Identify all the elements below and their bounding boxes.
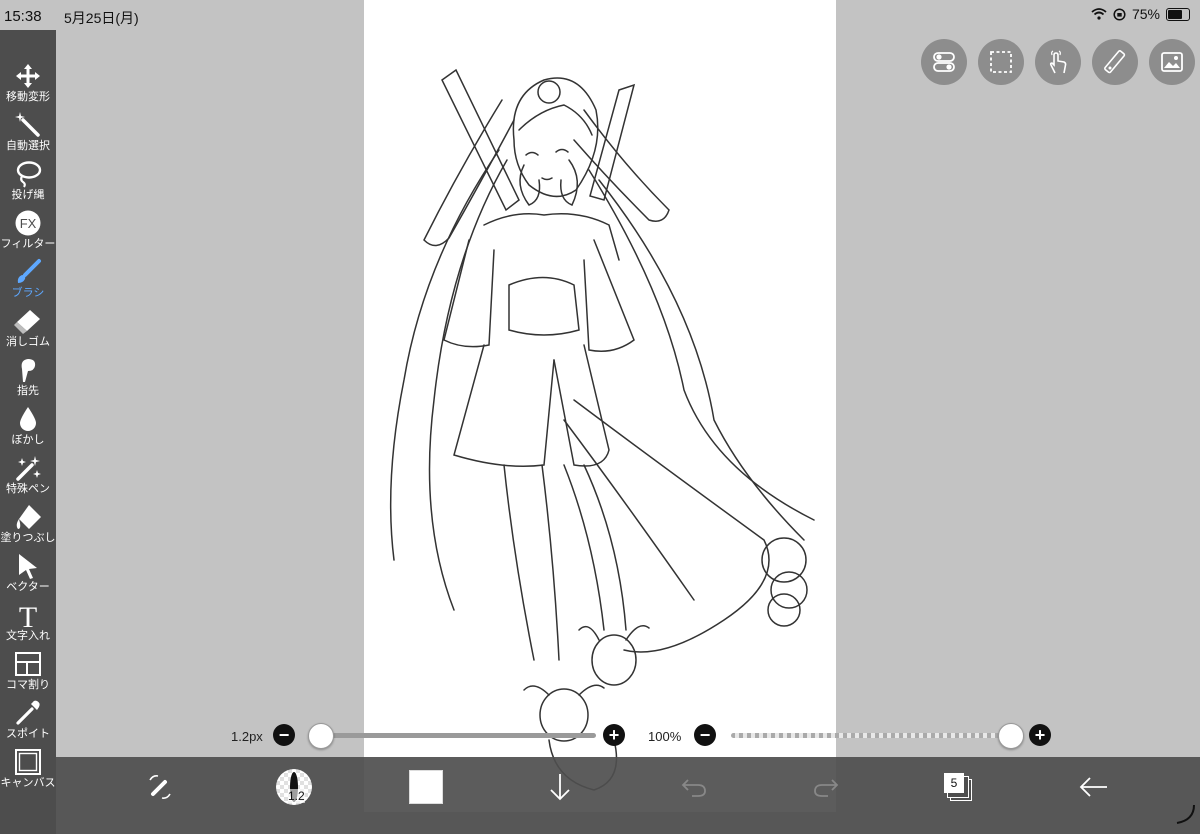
battery-icon [1166, 7, 1190, 21]
undo-button[interactable] [676, 757, 712, 817]
ruler-icon [1104, 50, 1126, 74]
brush-preview: 1.2 [276, 769, 312, 805]
status-date: 5月25日(月) [64, 10, 139, 26]
brush-size-preview-button[interactable]: 1.2 [272, 757, 316, 817]
tool-sidebar: 移動変形 自動選択 投げ縄 FX フィルター ブラシ 消しゴム 指先 ぼかし 特… [0, 30, 56, 834]
layers-icon: 5 [944, 773, 972, 801]
vector-arrow-icon [19, 554, 37, 579]
color-picker-button[interactable] [406, 757, 446, 817]
special-pen-icon [16, 456, 41, 481]
tool-special-pen[interactable]: 特殊ペン [0, 452, 56, 501]
text-icon: T [19, 601, 37, 629]
opacity-track[interactable] [731, 733, 1011, 738]
arrow-left-icon [1079, 777, 1107, 797]
fx-glyph: FX [20, 216, 37, 231]
undo-icon [681, 779, 706, 797]
arrow-down-icon [550, 774, 570, 801]
toggle-settings-button[interactable] [921, 39, 967, 85]
tool-label: コマ割り [6, 679, 50, 691]
brush-size-decrease-button[interactable]: − [273, 724, 295, 746]
tool-lasso[interactable]: 投げ縄 [0, 158, 56, 207]
back-button[interactable] [1074, 757, 1114, 817]
tool-auto-select[interactable]: 自動選択 [0, 109, 56, 158]
finger-icon [21, 359, 36, 382]
tool-label: ベクター [6, 581, 50, 593]
tool-label: ブラシ [11, 287, 45, 299]
current-color-swatch [409, 770, 443, 804]
tool-label: 指先 [17, 385, 39, 397]
redo-icon [814, 779, 839, 797]
tool-label: フィルター [0, 238, 56, 250]
move-icon [16, 64, 40, 88]
tool-label: 自動選択 [6, 140, 50, 152]
opacity-increase-button[interactable]: + [1029, 724, 1051, 746]
tool-eyedropper[interactable]: スポイト [0, 697, 56, 746]
magic-wand-icon [15, 112, 40, 137]
tool-frame-divide[interactable]: コマ割り [0, 648, 56, 697]
ruler-button[interactable] [1092, 39, 1138, 85]
opacity-value: 100% [648, 729, 682, 744]
opacity-knob[interactable] [998, 723, 1024, 749]
tool-blur[interactable]: ぼかし [0, 403, 56, 452]
layers-button[interactable]: 5 [940, 757, 976, 817]
tool-label: ぼかし [11, 434, 45, 446]
eyedropper-icon [16, 700, 40, 725]
tool-eraser[interactable]: 消しゴム [0, 305, 56, 354]
status-indicators: 75% [1091, 6, 1190, 22]
tool-label: スポイト [6, 728, 50, 740]
tool-label: 投げ縄 [11, 189, 45, 201]
layer-count: 5 [944, 773, 964, 793]
redo-button[interactable] [808, 757, 844, 817]
tool-move[interactable]: 移動変形 [0, 60, 56, 109]
tool-text[interactable]: T 文字入れ [0, 599, 56, 648]
image-button[interactable] [1149, 39, 1195, 85]
tool-label: 移動変形 [6, 91, 50, 103]
tool-brush[interactable]: ブラシ [0, 256, 56, 305]
tool-label: 塗りつぶし [0, 532, 56, 544]
tool-label: 文字入れ [6, 630, 50, 642]
pen-swap-icon [149, 775, 171, 799]
toggle-icon [933, 52, 955, 72]
lasso-icon [16, 161, 42, 188]
corner-resize-icon [1176, 804, 1195, 824]
fx-icon: FX [15, 210, 41, 236]
line-art-illustration [389, 68, 815, 791]
import-button[interactable] [542, 757, 578, 817]
image-icon [1161, 52, 1183, 72]
tool-label: 特殊ペン [6, 483, 50, 495]
drawing-canvas[interactable] [364, 0, 836, 812]
status-time: 15:38 [4, 8, 42, 25]
tool-canvas[interactable]: キャンバス [0, 746, 56, 795]
touch-button[interactable] [1035, 39, 1081, 85]
brush-size-track[interactable] [320, 733, 596, 738]
transform-undo-button[interactable] [136, 757, 184, 817]
tool-vector[interactable]: ベクター [0, 550, 56, 599]
opacity-decrease-button[interactable]: − [694, 724, 716, 746]
canvas-icon [15, 749, 41, 775]
bottom-toolbar: 1.2 5 [56, 757, 1200, 834]
tool-finger[interactable]: 指先 [0, 354, 56, 403]
eraser-icon [14, 310, 40, 334]
touch-icon [1049, 50, 1067, 74]
selection-button[interactable] [978, 39, 1024, 85]
text-glyph: T [19, 601, 37, 629]
blur-drop-icon [20, 407, 36, 431]
selection-icon [990, 51, 1012, 73]
tool-filter[interactable]: FX フィルター [0, 207, 56, 256]
brush-icon [17, 259, 41, 283]
brush-size-value: 1.2px [231, 729, 263, 744]
wifi-icon [1091, 8, 1107, 20]
fill-bucket-icon [16, 505, 41, 529]
tool-fill[interactable]: 塗りつぶし [0, 501, 56, 550]
orientation-lock-icon [1113, 7, 1126, 21]
frame-divide-icon [15, 652, 41, 676]
brush-size-knob[interactable] [308, 723, 334, 749]
tool-label: 消しゴム [6, 336, 50, 348]
brush-size-increase-button[interactable]: + [603, 724, 625, 746]
battery-percent: 75% [1131, 6, 1160, 22]
brush-size-badge: 1.2 [288, 789, 305, 803]
tool-label: キャンバス [0, 777, 56, 789]
